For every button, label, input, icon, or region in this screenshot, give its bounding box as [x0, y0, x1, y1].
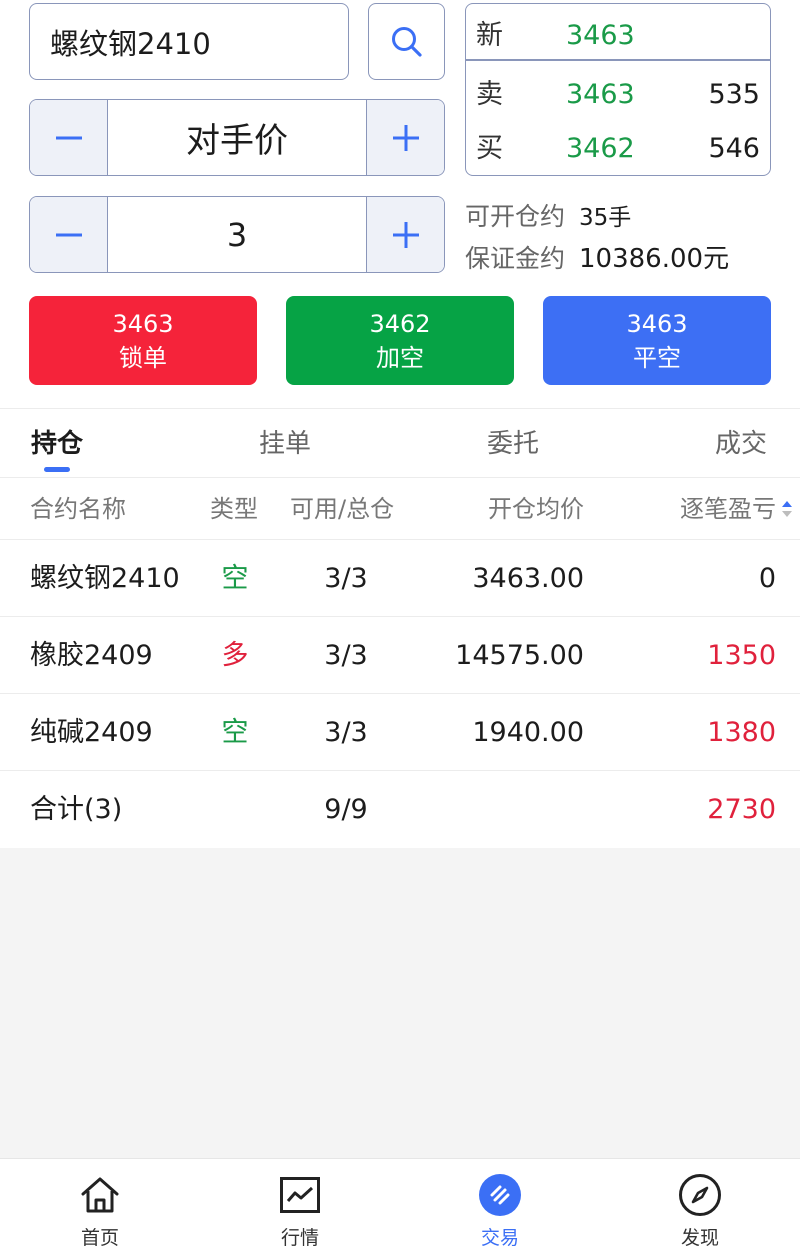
quantity-stepper: 3 [29, 196, 445, 273]
price-increase-button[interactable] [366, 100, 444, 175]
table-row[interactable]: 纯碱2409 空 3/3 1940.00 1380 [0, 694, 800, 771]
position-type: 空 [221, 563, 249, 594]
bottom-nav: 首页 行情 交易 发现 [0, 1158, 800, 1251]
openable-label: 可开仓约 [465, 202, 566, 231]
open-price: 1940.00 [472, 717, 584, 748]
margin-value: 10386.00元 [579, 244, 730, 274]
contract-name: 纯碱2409 [30, 717, 153, 748]
nav-market[interactable]: 行情 [250, 1159, 350, 1251]
contract-name: 橡胶2409 [30, 640, 153, 671]
header-open-price: 开仓均价 [488, 495, 584, 523]
total-label: 合计(3) [30, 794, 123, 825]
avail-total: 3/3 [324, 640, 368, 671]
header-contract-name: 合约名称 [30, 495, 126, 523]
bid-volume: 546 [708, 133, 760, 164]
nav-discover-label: 发现 [680, 1227, 719, 1249]
margin-label: 保证金约 [465, 244, 566, 273]
contract-name: 螺纹钢2410 [30, 563, 180, 594]
last-price-row: 新 3463 [466, 16, 770, 56]
table-row[interactable]: 螺纹钢2410 空 3/3 3463.00 0 [0, 540, 800, 617]
price-decrease-button[interactable] [30, 100, 108, 175]
add-short-label: 加空 [376, 343, 424, 372]
ask-volume: 535 [708, 79, 760, 110]
last-price: 3463 [566, 20, 635, 51]
nav-market-label: 行情 [280, 1227, 319, 1249]
table-row[interactable]: 橡胶2409 多 3/3 14575.00 1350 [0, 617, 800, 694]
avail-total: 3/3 [324, 563, 368, 594]
contract-search-input[interactable]: 螺纹钢2410 [29, 3, 349, 80]
order-panel: 螺纹钢2410 对手价 3 新 3463 卖 3463 535 买 3462 5… [0, 0, 800, 408]
total-pnl: 2730 [707, 794, 776, 825]
price-type-value[interactable]: 对手价 [108, 100, 366, 175]
quantity-decrease-button[interactable] [30, 197, 108, 272]
table-header: 合约名称 类型 可用/总仓 开仓均价 逐笔盈亏 [0, 478, 800, 540]
last-label: 新 [476, 20, 503, 51]
price-type-stepper: 对手价 [29, 99, 445, 176]
bid-price: 3462 [566, 133, 635, 164]
nav-discover[interactable]: 发现 [650, 1159, 750, 1251]
total-row: 合计(3) 9/9 2730 [0, 771, 800, 848]
tab-indicator [44, 467, 70, 472]
header-pnl[interactable]: 逐笔盈亏 [680, 478, 776, 540]
pnl: 0 [758, 563, 776, 594]
quote-divider [466, 59, 770, 61]
position-type: 多 [221, 640, 249, 671]
quote-box: 新 3463 卖 3463 535 买 3462 546 [465, 3, 771, 176]
lock-order-price: 3463 [112, 309, 174, 338]
bid-label: 买 [476, 133, 503, 164]
search-button[interactable] [368, 3, 445, 80]
open-price: 14575.00 [455, 640, 584, 671]
open-price: 3463.00 [472, 563, 584, 594]
header-type: 类型 [210, 495, 258, 523]
avail-total: 3/3 [324, 717, 368, 748]
pnl: 1380 [707, 717, 776, 748]
ask-row[interactable]: 卖 3463 535 [466, 75, 770, 115]
plus-icon [392, 221, 419, 248]
tab-fills[interactable]: 成交 [715, 409, 767, 479]
lock-order-button[interactable]: 3463 锁单 [29, 296, 257, 385]
quantity-value[interactable]: 3 [108, 197, 366, 272]
tab-orders[interactable]: 委托 [487, 409, 539, 479]
add-short-price: 3462 [369, 309, 431, 338]
nav-home[interactable]: 首页 [50, 1159, 150, 1251]
minus-icon [55, 136, 82, 139]
trade-icon [479, 1174, 521, 1216]
home-icon [81, 1177, 119, 1213]
total-avail: 9/9 [324, 794, 368, 825]
close-short-label: 平空 [633, 343, 681, 372]
header-avail-total: 可用/总仓 [290, 495, 395, 523]
quantity-increase-button[interactable] [366, 197, 444, 272]
ask-price: 3463 [566, 79, 635, 110]
trade-tabs: 持仓 挂单 委托 成交 [0, 408, 800, 478]
tab-pending[interactable]: 挂单 [259, 409, 311, 479]
nav-trade[interactable]: 交易 [450, 1159, 550, 1251]
ask-label: 卖 [476, 79, 503, 110]
lock-order-label: 锁单 [119, 343, 167, 372]
minus-icon [55, 233, 82, 236]
close-short-button[interactable]: 3463 平空 [543, 296, 771, 385]
sort-icon[interactable] [780, 498, 794, 520]
compass-icon [679, 1174, 721, 1216]
plus-icon [392, 124, 419, 151]
add-short-button[interactable]: 3462 加空 [286, 296, 514, 385]
pnl: 1350 [707, 640, 776, 671]
search-icon [391, 26, 422, 57]
chart-icon [280, 1177, 320, 1213]
close-short-price: 3463 [626, 309, 688, 338]
margin-info: 保证金约 10386.00元 [465, 238, 729, 275]
openable-info: 可开仓约 35手 [465, 197, 631, 233]
bid-row[interactable]: 买 3462 546 [466, 129, 770, 169]
position-type: 空 [221, 717, 249, 748]
nav-home-label: 首页 [80, 1227, 119, 1249]
openable-value: 35手 [579, 205, 632, 231]
nav-trade-label: 交易 [480, 1227, 519, 1249]
contract-search-value: 螺纹钢2410 [50, 26, 211, 61]
positions-table: 合约名称 类型 可用/总仓 开仓均价 逐笔盈亏 螺纹钢2410 空 3/3 34… [0, 478, 800, 848]
